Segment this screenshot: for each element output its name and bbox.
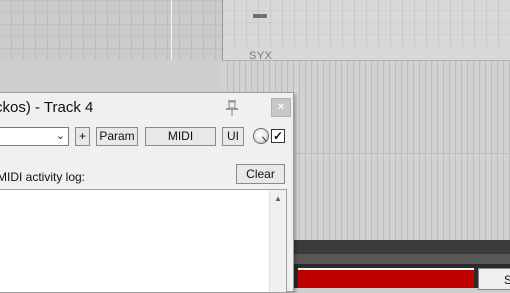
- preset-dropdown[interactable]: ⌄: [0, 127, 69, 146]
- playhead-line: [171, 0, 172, 60]
- add-preset-button[interactable]: +: [75, 127, 90, 146]
- ui-button[interactable]: UI: [222, 127, 244, 146]
- scroll-up-icon[interactable]: ▲: [274, 194, 282, 203]
- bypass-checkbox[interactable]: ✓: [271, 129, 285, 143]
- arrange-grid[interactable]: [0, 0, 222, 60]
- fx-window[interactable]: ckos) - Track 4 × ⌄ + Param MIDI UI ✓ MI…: [0, 92, 294, 293]
- level-meter: [298, 268, 474, 288]
- mixer-button-label: S: [504, 273, 510, 287]
- midi-note: [253, 14, 267, 18]
- midi-log-area[interactable]: ▲: [0, 189, 287, 293]
- midi-item[interactable]: SYX: [222, 0, 510, 62]
- wet-knob[interactable]: [253, 128, 269, 144]
- pin-icon[interactable]: [223, 99, 241, 117]
- fx-toolbar: ⌄ + Param MIDI UI ✓: [0, 127, 293, 147]
- mixer-button[interactable]: S: [478, 268, 510, 290]
- midi-item-grid: [223, 0, 510, 46]
- mixer-header-bar: [290, 240, 510, 254]
- clear-button[interactable]: Clear: [236, 164, 285, 184]
- log-scrollbar[interactable]: ▲: [269, 190, 286, 292]
- mixer-divider: [290, 254, 510, 264]
- chevron-down-icon: ⌄: [55, 130, 65, 142]
- midi-button[interactable]: MIDI: [145, 127, 216, 146]
- fx-window-titlebar[interactable]: ckos) - Track 4 ×: [0, 93, 293, 123]
- param-button[interactable]: Param: [96, 127, 138, 146]
- midi-log-label: MIDI activity log:: [0, 170, 86, 184]
- fx-window-title: ckos) - Track 4: [0, 99, 94, 116]
- close-button[interactable]: ×: [271, 98, 291, 117]
